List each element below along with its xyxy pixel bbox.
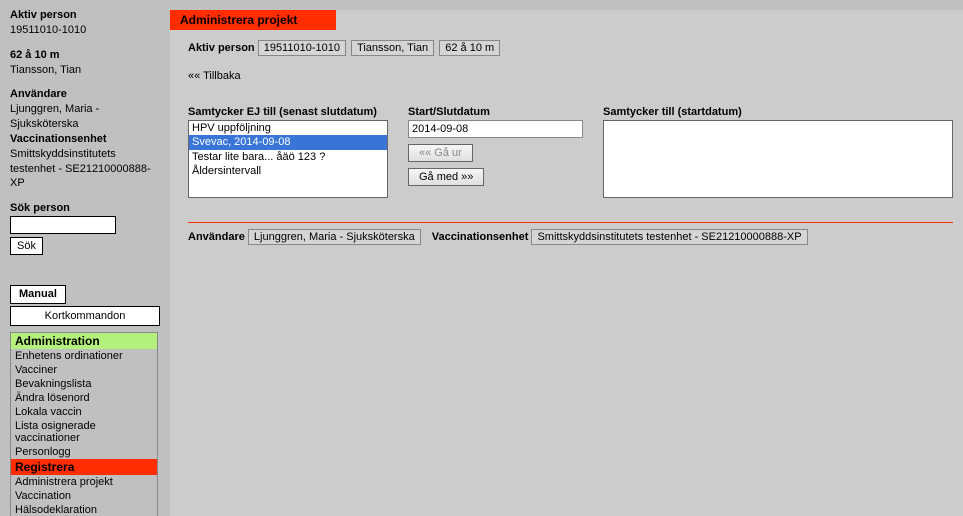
- listbox-ej-opt[interactable]: HPV uppföljning: [189, 121, 387, 135]
- ga-med-button[interactable]: Gå med »»: [408, 168, 484, 186]
- manual-button[interactable]: Manual: [10, 285, 66, 303]
- listbox-ej-opt[interactable]: Svevac, 2014-09-08: [189, 135, 387, 149]
- date-input[interactable]: [408, 120, 583, 138]
- nav-item-vaccination[interactable]: Vaccination: [11, 489, 157, 503]
- search-input[interactable]: [10, 216, 116, 234]
- nav-header-registrera: Registrera: [11, 459, 157, 475]
- sb-sok-label: Sök person: [10, 201, 160, 216]
- col-ej-label: Samtycker EJ till (senast slutdatum): [188, 106, 388, 118]
- nav-item-losenord[interactable]: Ändra lösenord: [11, 391, 157, 405]
- footer-anv-value: Ljunggren, Maria - Sjuksköterska: [248, 229, 421, 245]
- shortcuts-button[interactable]: Kortkommandon: [10, 306, 160, 326]
- main-panel: Administrera projekt Aktiv person 195110…: [170, 10, 963, 516]
- back-link[interactable]: «« Tillbaka: [188, 70, 241, 82]
- nav-item-personlogg[interactable]: Personlogg: [11, 445, 157, 459]
- top-aktiv-person-id: 19511010-1010: [258, 40, 346, 56]
- nav-item-ordinationer[interactable]: Enhetens ordinationer: [11, 349, 157, 363]
- sb-anvandare-value: Ljunggren, Maria - Sjuksköterska: [10, 102, 160, 132]
- sb-vaccenhet-label: Vaccinationsenhet: [10, 132, 160, 147]
- listbox-ej-opt[interactable]: Åldersintervall: [189, 164, 387, 178]
- page-title: Administrera projekt: [170, 10, 336, 30]
- sb-aktiv-person-label: Aktiv person: [10, 8, 160, 23]
- listbox-ej-opt[interactable]: Testar lite bara... åäö 123 ?: [189, 150, 387, 164]
- sidebar: Aktiv person 19511010-1010 62 å 10 m Tia…: [0, 0, 170, 516]
- top-aktiv-person-label: Aktiv person: [188, 42, 255, 54]
- nav-item-lokala-vaccin[interactable]: Lokala vaccin: [11, 405, 157, 419]
- sb-vaccenhet-value: Smittskyddsinstitutets testenhet - SE212…: [10, 147, 160, 192]
- sb-anvandare-label: Användare: [10, 87, 160, 102]
- nav-box: Administration Enhetens ordinationer Vac…: [10, 332, 158, 516]
- search-button[interactable]: Sök: [10, 237, 43, 255]
- sb-aktiv-person-age: 62 å 10 m: [10, 48, 160, 63]
- ga-ur-button[interactable]: «« Gå ur: [408, 144, 473, 162]
- footer-vacc-label: Vaccinationsenhet: [432, 231, 529, 243]
- listbox-ej[interactable]: HPV uppföljning Svevac, 2014-09-08 Testa…: [188, 120, 388, 198]
- sb-aktiv-person-id: 19511010-1010: [10, 23, 160, 38]
- nav-header-admin: Administration: [11, 333, 157, 349]
- nav-item-vacciner[interactable]: Vacciner: [11, 363, 157, 377]
- sb-aktiv-person-name: Tiansson, Tian: [10, 63, 160, 78]
- nav-item-halsodeklaration[interactable]: Hälsodeklaration: [11, 503, 157, 516]
- footer-vacc-value: Smittskyddsinstitutets testenhet - SE212…: [531, 229, 807, 245]
- footer-anv-label: Användare: [188, 231, 245, 243]
- top-aktiv-person-name: Tiansson, Tian: [351, 40, 434, 56]
- top-aktiv-person-age: 62 å 10 m: [439, 40, 500, 56]
- listbox-till[interactable]: [603, 120, 953, 198]
- col-date-label: Start/Slutdatum: [408, 106, 583, 118]
- nav-item-bevakningslista[interactable]: Bevakningslista: [11, 377, 157, 391]
- nav-item-admin-projekt[interactable]: Administrera projekt: [11, 475, 157, 489]
- col-till-label: Samtycker till (startdatum): [603, 106, 953, 118]
- nav-item-osignerade[interactable]: Lista osignerade vaccinationer: [11, 419, 157, 445]
